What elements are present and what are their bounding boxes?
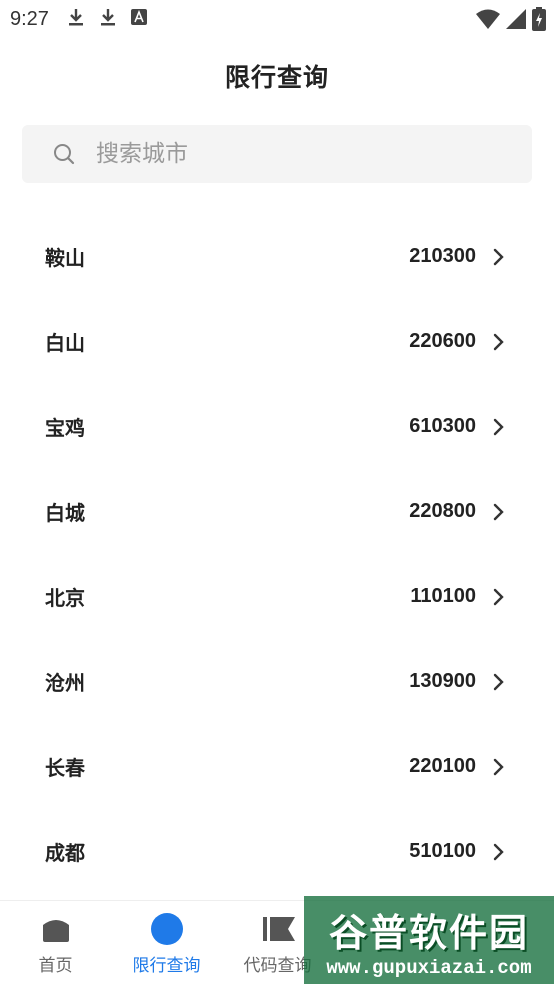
chevron-right-icon [492, 503, 506, 521]
list-item[interactable]: 北京 110100 [0, 554, 554, 639]
list-item[interactable]: 沧州 130900 [0, 639, 554, 724]
nav-item-home[interactable]: 首页 [0, 901, 111, 984]
nav-label: 限行查询 [132, 956, 201, 976]
chevron-right-icon [492, 673, 506, 691]
list-item[interactable]: 鞍山 210300 [0, 214, 554, 299]
city-name: 宝鸡 [45, 416, 85, 440]
city-list: 鞍山 210300 白山 220600 宝鸡 610300 白城 220800 … [0, 214, 554, 894]
download-icon [67, 7, 85, 32]
city-code: 210300 [409, 245, 476, 267]
city-code: 220800 [409, 500, 476, 522]
search-bar[interactable] [22, 125, 532, 183]
chevron-right-icon [492, 333, 506, 351]
list-item[interactable]: 长春 220100 [0, 724, 554, 809]
page-title: 限行查询 [224, 63, 329, 92]
battery-icon [532, 7, 546, 36]
nav-label: 代码查询 [243, 956, 312, 976]
city-code: 110100 [410, 585, 476, 607]
city-code: 610300 [409, 415, 476, 437]
city-name: 成都 [45, 841, 85, 865]
status-time: 9:27 [10, 7, 49, 30]
city-code: 220600 [409, 330, 476, 352]
city-name: 沧州 [45, 671, 85, 695]
watermark-logo: 谷普软件园 www.gupuxiazai.com [304, 896, 554, 984]
city-code: 510100 [409, 840, 476, 862]
chevron-right-icon [492, 418, 506, 436]
list-item[interactable]: 白城 220800 [0, 469, 554, 554]
city-code: 130900 [409, 670, 476, 692]
status-bar: 9:27 [0, 0, 554, 38]
flag-icon [262, 913, 295, 945]
home-icon [40, 913, 72, 945]
nav-label: 首页 [38, 956, 73, 976]
download-icon [99, 7, 117, 32]
font-a-icon [130, 8, 147, 30]
city-name: 白山 [45, 331, 85, 355]
search-dot-icon [150, 913, 183, 945]
search-icon [52, 142, 76, 166]
city-name: 长春 [45, 756, 85, 780]
list-item[interactable]: 成都 510100 [0, 809, 554, 894]
search-input[interactable] [96, 141, 476, 167]
chevron-right-icon [492, 758, 506, 776]
watermark-url: www.gupuxiazai.com [326, 956, 532, 979]
list-item[interactable]: 宝鸡 610300 [0, 384, 554, 469]
city-name: 鞍山 [45, 246, 85, 270]
watermark-title: 谷普软件园 [328, 910, 529, 955]
city-code: 220100 [409, 755, 476, 777]
nav-item-restriction[interactable]: 限行查询 [111, 901, 222, 984]
chevron-right-icon [492, 248, 506, 266]
city-name: 北京 [45, 586, 85, 610]
chevron-right-icon [492, 843, 506, 861]
signal-icon [506, 9, 526, 34]
chevron-right-icon [492, 588, 506, 606]
city-name: 白城 [45, 501, 85, 525]
list-item[interactable]: 白山 220600 [0, 299, 554, 384]
wifi-icon [476, 9, 500, 34]
app-screen: 9:27 限行查询 鞍 [0, 0, 554, 984]
